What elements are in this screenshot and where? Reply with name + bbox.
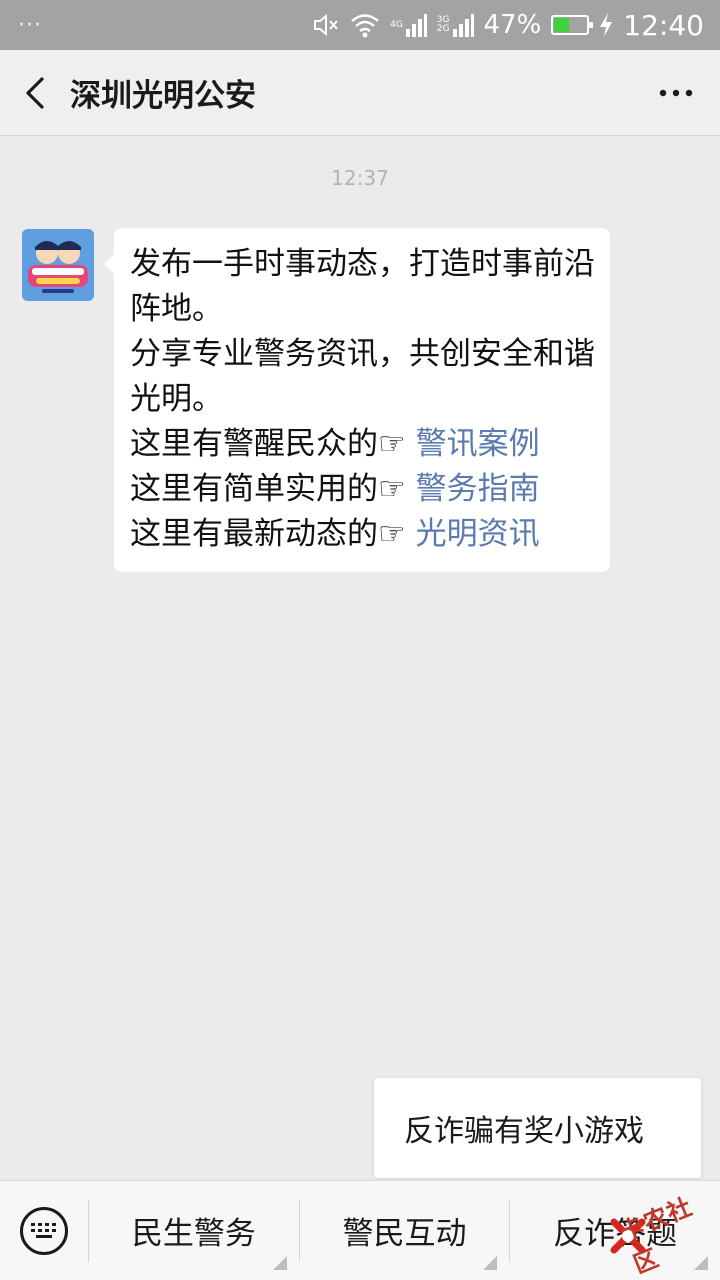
page-title: 深圳光明公安 <box>70 78 256 114</box>
submenu-popup: 反诈骗有奖小游戏 <box>374 1078 701 1178</box>
wifi-icon <box>350 12 380 38</box>
pointing-hand-icon: ☞ <box>378 471 406 507</box>
clock: 12:40 <box>623 8 704 42</box>
battery-icon <box>551 15 594 35</box>
keyboard-icon <box>20 1206 68 1255</box>
more-button[interactable] <box>656 78 696 108</box>
menu-item-label: 民生警务 <box>131 1216 256 1252</box>
link-police-cases[interactable]: 警讯案例 <box>416 426 540 462</box>
keyboard-toggle-button[interactable] <box>0 1181 88 1280</box>
pointing-hand-icon: ☞ <box>378 516 406 552</box>
status-icons: 4G 3G 2G 47% 12:40 <box>312 9 704 42</box>
message-line-1: 发布一手时事动态，打造时事前沿阵地。 <box>130 246 595 327</box>
back-button[interactable] <box>0 50 70 136</box>
submenu-item-anti-fraud-game[interactable]: 反诈骗有奖小游戏 <box>404 1106 644 1150</box>
submenu-indicator-icon <box>272 1256 287 1270</box>
link-police-guide[interactable]: 警务指南 <box>416 471 540 507</box>
message-row-news: 这里有最新动态的☞ 光明资讯 <box>130 512 596 557</box>
back-arrow-icon <box>26 76 44 109</box>
notification-dots: ··· <box>18 12 42 38</box>
menu-item-label: 警民互动 <box>342 1216 467 1252</box>
net-2g-label: 2G <box>436 24 450 34</box>
submenu-indicator-icon <box>694 1256 709 1270</box>
menu-item-livelihood-policing[interactable]: 民生警务 <box>88 1199 299 1270</box>
more-dots-icon <box>659 89 693 97</box>
charging-icon <box>599 12 613 38</box>
menu-item-police-interaction[interactable]: 警民互动 <box>298 1199 510 1270</box>
menu-item-anti-fraud-quiz[interactable]: 反诈答题 <box>509 1199 720 1270</box>
message-line-2: 分享专业警务资讯，共创安全和谐光明。 <box>130 336 595 417</box>
avatar[interactable] <box>22 229 94 301</box>
pointing-hand-icon: ☞ <box>378 426 406 462</box>
message-bubble: 发布一手时事动态，打造时事前沿阵地。 分享专业警务资讯，共创安全和谐光明。 这里… <box>104 228 610 572</box>
status-bar: ··· 4G 3G 2G 47% 12:40 <box>0 0 720 50</box>
row-cases-prefix: 这里有警醒民众的 <box>130 426 378 462</box>
battery-fill <box>554 18 570 32</box>
row-guide-prefix: 这里有简单实用的 <box>130 471 378 507</box>
message-row-cases: 这里有警醒民众的☞ 警讯案例 <box>130 422 596 467</box>
net-4g-label: 4G <box>390 19 403 30</box>
menu-item-label: 反诈答题 <box>553 1216 678 1252</box>
message-timestamp: 12:37 <box>331 166 389 190</box>
bottom-menu-bar: 民生警务 警民互动 反诈答题 <box>0 1180 720 1280</box>
chat-header: 深圳光明公安 <box>0 50 720 136</box>
police-avatar-icon <box>22 229 94 301</box>
signal-4g-icon: 4G <box>390 13 427 37</box>
link-guangming-news[interactable]: 光明资讯 <box>416 516 540 552</box>
submenu-indicator-icon <box>483 1256 498 1270</box>
signal-3g2g-icon: 3G 2G <box>437 13 474 37</box>
message-row-guide: 这里有简单实用的☞ 警务指南 <box>130 467 596 512</box>
battery-percent: 47% <box>483 10 542 40</box>
row-news-prefix: 这里有最新动态的 <box>130 516 378 552</box>
mute-icon <box>312 12 340 38</box>
